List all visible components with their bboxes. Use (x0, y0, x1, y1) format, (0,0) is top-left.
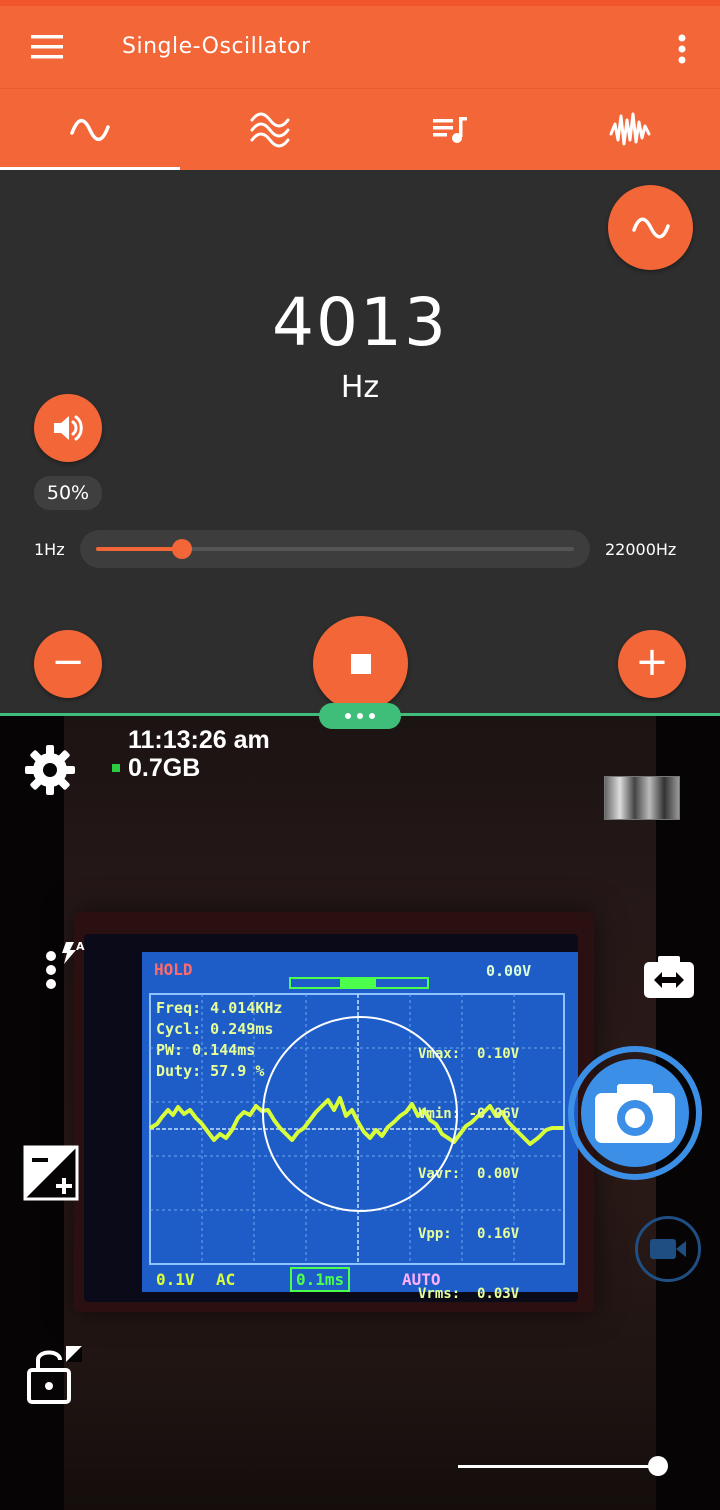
sine-wave-icon (631, 217, 670, 238)
tab-multi-oscillator[interactable] (180, 89, 360, 171)
lock-icon[interactable] (26, 1344, 84, 1408)
slider-fill (96, 547, 183, 551)
more-vert-icon[interactable] (670, 30, 694, 70)
handle-dot (369, 713, 375, 719)
scope-hold-label: HOLD (154, 960, 193, 979)
minus-icon: − (51, 639, 85, 685)
app-bar: Single-Oscillator (0, 0, 720, 88)
waveform-select-button[interactable] (608, 185, 693, 270)
scope-pulse-width-readout: PW: 0.144ms (156, 1041, 256, 1059)
frequency-slider[interactable] (80, 530, 590, 568)
handle-dot (357, 713, 363, 719)
scope-volts-div: 0.1V (156, 1270, 195, 1289)
scope-vpp-readout: Vpp: 0.16V (418, 1226, 520, 1242)
zoom-track (458, 1465, 658, 1468)
range-max-label: 22000Hz (605, 540, 677, 559)
zoom-thumb[interactable] (648, 1456, 668, 1476)
video-camera-icon (650, 1239, 686, 1259)
decrease-frequency-button[interactable]: − (34, 630, 102, 698)
memory-free: 0.7GB (128, 754, 201, 782)
scope-duty-readout: Duty: 57.9 % (156, 1062, 265, 1080)
tab-single-oscillator[interactable] (0, 89, 180, 171)
plus-icon: + (635, 639, 669, 685)
hamburger-menu-icon[interactable] (28, 30, 66, 64)
frequency-value: 4013 (272, 284, 448, 361)
camera-icon (595, 1084, 675, 1143)
volume-up-icon (54, 415, 83, 441)
memory-indicator-dot (112, 764, 120, 772)
stop-icon (350, 653, 371, 674)
switch-camera-icon[interactable] (642, 954, 696, 1000)
frequency-unit: Hz (340, 370, 380, 405)
multi-wave-icon (250, 112, 290, 148)
volume-percent: 50% (34, 476, 102, 510)
focus-ring (262, 1016, 458, 1212)
stop-button[interactable] (313, 616, 408, 711)
sine-wave-icon (70, 118, 110, 142)
scope-freq-readout: Freq: 4.014KHz (156, 999, 283, 1017)
scope-time-div: 0.1ms (290, 1267, 351, 1292)
tab-playlist[interactable] (360, 89, 540, 171)
shutter-inner (581, 1059, 689, 1167)
tab-bar (0, 88, 720, 171)
scope-left-readouts: Freq: 4.014KHz Cycl: 0.249ms PW: 0.144ms… (156, 998, 282, 1082)
tab-noise[interactable] (540, 89, 720, 171)
volume-button[interactable] (34, 394, 102, 462)
scope-trigger-mode: AUTO (402, 1270, 441, 1289)
increase-frequency-button[interactable]: + (618, 630, 686, 698)
scope-trigger-level: 0.00V (486, 962, 532, 980)
playlist-music-icon (433, 117, 467, 143)
svg-text:A: A (76, 940, 85, 953)
settings-gear-icon[interactable] (22, 742, 78, 798)
range-min-label: 1Hz (34, 540, 65, 559)
video-mode-button[interactable] (635, 1216, 701, 1282)
slider-thumb[interactable] (172, 539, 193, 559)
handle-dot (345, 713, 351, 719)
noise-wave-icon (609, 112, 651, 146)
shutter-button[interactable] (568, 1046, 702, 1180)
exposure-compensation-icon[interactable] (22, 1144, 80, 1202)
zoom-slider[interactable] (458, 1456, 668, 1476)
scope-cycle-readout: Cycl: 0.249ms (156, 1020, 274, 1038)
app-title: Single-Oscillator (122, 34, 311, 59)
clock-time: 11:13:26 am (128, 726, 270, 754)
scope-coupling: AC (216, 1270, 236, 1289)
split-drag-handle[interactable] (319, 703, 401, 729)
camera-view: HOLD 0.00V Freq: 4.014KHz Cycl: 0.249ms … (0, 716, 720, 1510)
flash-menu-icon[interactable]: A (40, 938, 90, 998)
gallery-thumbnail[interactable] (604, 776, 680, 820)
